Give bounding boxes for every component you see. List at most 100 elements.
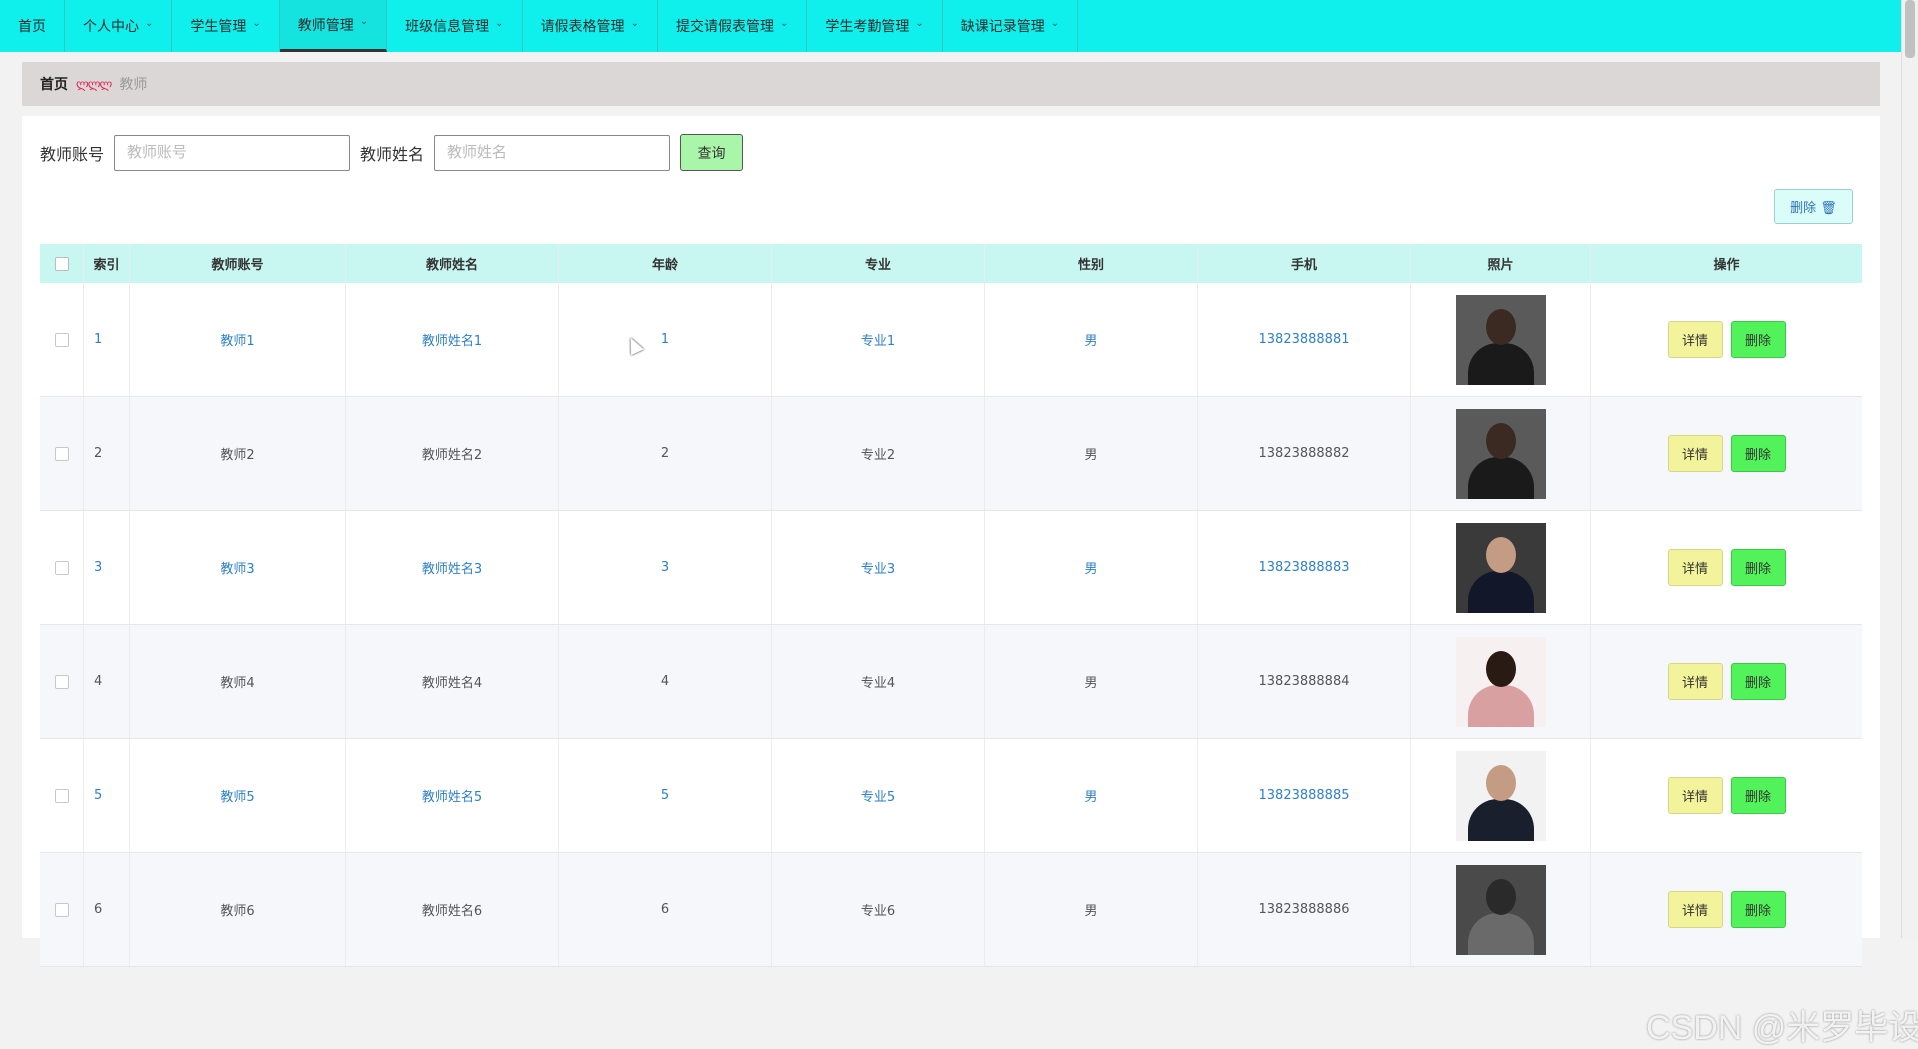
cell-phone: 13823888886 <box>1198 853 1411 966</box>
chevron-down-icon: ⌄ <box>915 17 924 29</box>
header-photo: 照片 <box>1411 244 1591 283</box>
row-checkbox[interactable] <box>54 674 69 689</box>
delete-button[interactable]: 删除 <box>1730 435 1786 472</box>
row-select-cell <box>40 625 84 738</box>
nav-item-label: 学生管理 <box>190 19 247 35</box>
cell-photo <box>1411 853 1591 966</box>
select-all-checkbox[interactable] <box>54 256 69 271</box>
watermark: CSDN @米罗毕设 <box>1646 1009 1918 1047</box>
chevron-down-icon: ⌄ <box>1050 17 1060 29</box>
cell-actions: 详情 删除 <box>1591 853 1862 966</box>
row-checkbox[interactable] <box>54 332 69 347</box>
query-button[interactable]: 查询 <box>680 134 744 171</box>
photo-head <box>1485 764 1516 801</box>
table-row: 2 教师2 教师姓名2 2 专业2 男 13823888882 详情 删除 <box>40 397 1862 511</box>
delete-button[interactable]: 删除 <box>1730 321 1786 358</box>
nav-item-6[interactable]: 提交请假表管理 ⌄ <box>658 0 808 52</box>
account-search-input[interactable] <box>114 134 351 171</box>
table-header: 索引 教师账号 教师姓名 年龄 专业 性别 手机 照片 操作 <box>40 244 1862 283</box>
nav-item-3[interactable]: 教师管理 ⌄ <box>279 0 388 52</box>
cell-major: 专业5 <box>772 739 985 852</box>
row-checkbox[interactable] <box>54 902 69 917</box>
photo-head <box>1485 650 1516 687</box>
nav-item-8[interactable]: 缺课记录管理 ⌄ <box>943 0 1079 52</box>
detail-button[interactable]: 详情 <box>1667 891 1723 928</box>
cell-gender: 男 <box>985 853 1198 966</box>
row-select-cell <box>40 511 84 624</box>
nav-item-4[interactable]: 班级信息管理 ⌄ <box>387 0 523 52</box>
nav-item-5[interactable]: 请假表格管理 ⌄ <box>523 0 658 52</box>
nav-item-label: 教师管理 <box>297 17 354 34</box>
nav-item-2[interactable]: 学生管理 ⌄ <box>172 0 280 52</box>
row-checkbox[interactable] <box>54 446 69 461</box>
cell-photo <box>1411 625 1591 738</box>
cell-major: 专业2 <box>772 397 985 510</box>
delete-button[interactable]: 删除 <box>1730 663 1786 700</box>
teacher-photo <box>1455 522 1546 613</box>
table-row: 5 教师5 教师姓名5 5 专业5 男 13823888885 详情 删除 <box>40 739 1862 853</box>
cell-major: 专业3 <box>772 511 985 624</box>
cell-name: 教师姓名5 <box>346 739 559 852</box>
cell-name: 教师姓名6 <box>346 853 559 966</box>
table-row: 1 教师1 教师姓名1 1 专业1 男 13823888881 详情 删除 <box>40 283 1862 397</box>
header-account: 教师账号 <box>130 244 346 283</box>
cell-age: 3 <box>559 511 772 624</box>
delete-button[interactable]: 删除 <box>1730 891 1786 928</box>
cell-actions: 详情 删除 <box>1591 397 1862 510</box>
photo-body <box>1467 456 1534 499</box>
nav-item-label: 请假表格管理 <box>540 19 625 35</box>
name-search-input[interactable] <box>434 134 671 171</box>
cell-phone: 13823888885 <box>1198 739 1411 852</box>
delete-button[interactable]: 删除 <box>1730 549 1786 586</box>
cell-age: 5 <box>559 739 772 852</box>
cell-gender: 男 <box>985 397 1198 510</box>
cell-phone: 13823888882 <box>1198 397 1411 510</box>
row-select-cell <box>40 283 84 396</box>
row-checkbox[interactable] <box>54 788 69 803</box>
header-age: 年龄 <box>559 244 772 283</box>
row-select-cell <box>40 853 84 966</box>
cell-actions: 详情 删除 <box>1591 739 1862 852</box>
detail-button[interactable]: 详情 <box>1667 663 1723 700</box>
cell-age: 2 <box>559 397 772 510</box>
header-major: 专业 <box>772 244 985 283</box>
breadcrumb-separator-icon: ლლლ <box>76 77 112 91</box>
cell-index: 5 <box>84 739 130 852</box>
cell-major: 专业6 <box>772 853 985 966</box>
nav-item-label: 个人中心 <box>83 19 139 35</box>
breadcrumb-home[interactable]: 首页 <box>40 74 68 94</box>
header-gender: 性别 <box>985 244 1198 283</box>
cell-gender: 男 <box>985 739 1198 852</box>
cell-age: 1 <box>559 283 772 396</box>
cell-phone: 13823888881 <box>1198 283 1411 396</box>
chevron-down-icon: ⌄ <box>252 17 261 29</box>
chevron-down-icon: ⌄ <box>630 17 639 29</box>
cell-account: 教师1 <box>130 283 346 396</box>
scrollbar-thumb[interactable] <box>1905 0 1915 58</box>
cell-age: 6 <box>559 853 772 966</box>
breadcrumb-current: 教师 <box>119 77 148 93</box>
teacher-table: 索引 教师账号 教师姓名 年龄 专业 性别 手机 照片 操作 1 教师1 教师姓名1… <box>40 244 1862 967</box>
photo-body <box>1467 570 1534 613</box>
cell-name: 教师姓名2 <box>346 397 559 510</box>
nav-item-1[interactable]: 个人中心 ⌄ <box>65 0 173 52</box>
delete-button[interactable]: 删除 <box>1730 777 1786 814</box>
cell-actions: 详情 删除 <box>1591 625 1862 738</box>
detail-button[interactable]: 详情 <box>1667 435 1723 472</box>
main-content: 教师账号 教师姓名 查询 删除 🗑 索引 教师账号 教师姓名 年龄 专业 性别 … <box>22 116 1918 1047</box>
row-checkbox[interactable] <box>54 560 69 575</box>
detail-button[interactable]: 详情 <box>1667 549 1723 586</box>
vertical-scrollbar[interactable] <box>1901 0 1918 938</box>
cell-gender: 男 <box>985 625 1198 738</box>
cell-account: 教师2 <box>130 397 346 510</box>
nav-item-0[interactable]: 首页 <box>0 0 65 52</box>
search-bar: 教师账号 教师姓名 查询 <box>40 134 744 171</box>
detail-button[interactable]: 详情 <box>1667 777 1723 814</box>
breadcrumb: 首页 ლლლ 教师 <box>22 62 1880 106</box>
bulk-delete-button[interactable]: 删除 🗑 <box>1774 189 1853 224</box>
cell-photo <box>1411 397 1591 510</box>
nav-item-7[interactable]: 学生考勤管理 ⌄ <box>807 0 943 52</box>
detail-button[interactable]: 详情 <box>1667 321 1723 358</box>
chevron-down-icon: ⌄ <box>145 17 154 29</box>
cell-account: 教师5 <box>130 739 346 852</box>
